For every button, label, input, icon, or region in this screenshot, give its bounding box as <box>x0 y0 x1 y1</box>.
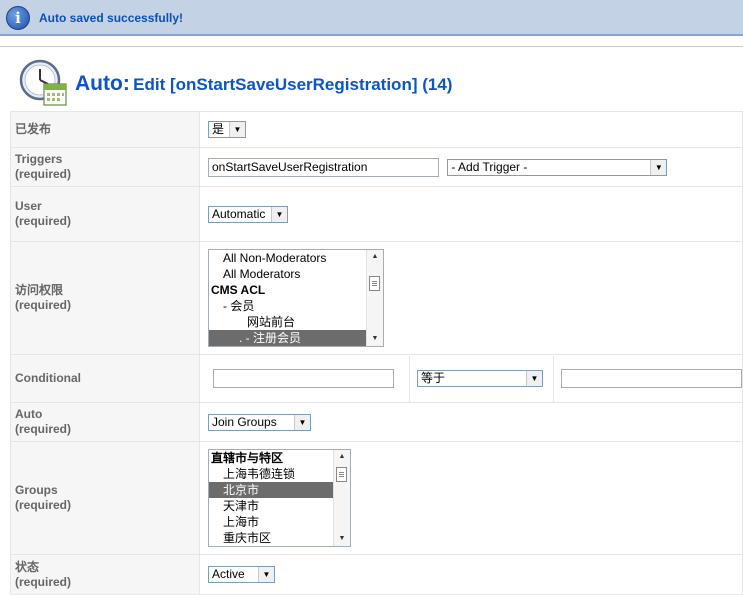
list-item[interactable]: 上海韦德连锁 <box>209 466 350 482</box>
row-groups: Groups (required) 直辖市与特区 上海韦德连锁 北京市 天津市 上… <box>10 441 743 555</box>
row-auto: Auto (required) Join Groups ▼ <box>10 402 743 442</box>
list-item[interactable]: - 会员 <box>209 298 383 314</box>
status-select[interactable]: Active ▼ <box>208 566 275 583</box>
chevron-down-icon: ▼ <box>650 159 667 175</box>
list-item[interactable]: 直辖市与特区 <box>209 450 350 466</box>
edit-form: 已发布 是 ▼ Triggers (required) onStartSaveUse… <box>10 111 743 595</box>
chevron-down-icon: ▼ <box>258 567 274 582</box>
row-access: 访问权限 (required) All Non-Moderators All Mo… <box>10 241 743 355</box>
list-item[interactable]: All Moderators <box>209 266 383 282</box>
list-item[interactable]: 网站前台 <box>209 314 383 330</box>
groups-listbox[interactable]: 直辖市与特区 上海韦德连锁 北京市 天津市 上海市 重庆市区 ▲ ▼ <box>208 449 351 547</box>
clock-calendar-icon <box>19 59 67 106</box>
list-item[interactable]: CMS ACL <box>209 282 383 298</box>
divider <box>0 46 743 47</box>
row-user: User (required) Automatic ▼ <box>10 186 743 242</box>
label-access: 访问权限 (required) <box>10 241 200 355</box>
label-auto: Auto (required) <box>10 402 200 442</box>
scroll-down-icon[interactable]: ▼ <box>367 332 383 346</box>
list-item[interactable]: 上海市 <box>209 514 350 530</box>
condition-value-input[interactable] <box>561 369 742 388</box>
system-message: i Auto saved successfully! <box>0 0 743 36</box>
scroll-thumb[interactable] <box>369 276 380 291</box>
row-conditional: Conditional 等于 ▼ <box>10 354 743 403</box>
conditional-table: 等于 ▼ <box>200 355 742 402</box>
scroll-up-icon[interactable]: ▲ <box>367 250 383 264</box>
list-item-selected[interactable]: 北京市 <box>209 482 334 498</box>
chevron-down-icon: ▼ <box>271 206 287 222</box>
title-component: Auto: <box>75 72 130 95</box>
condition-operator-select[interactable]: 等于 ▼ <box>417 370 543 387</box>
message-text: Auto saved successfully! <box>39 11 184 25</box>
list-item-selected[interactable]: . - 注册会员 <box>209 330 367 346</box>
row-triggers: Triggers (required) onStartSaveUserRegist… <box>10 147 743 187</box>
scroll-down-icon[interactable]: ▼ <box>334 532 350 546</box>
add-trigger-select[interactable]: - Add Trigger - ▼ <box>447 158 668 176</box>
label-groups: Groups (required) <box>10 441 200 555</box>
access-listbox[interactable]: All Non-Moderators All Moderators CMS AC… <box>208 249 384 347</box>
list-item[interactable]: All Non-Moderators <box>209 250 383 266</box>
condition-field-input[interactable] <box>213 369 394 388</box>
scrollbar[interactable]: ▲ ▼ <box>366 250 383 346</box>
scrollbar[interactable]: ▲ ▼ <box>333 450 350 546</box>
label-published: 已发布 <box>10 111 200 148</box>
info-icon: i <box>6 6 30 30</box>
row-published: 已发布 是 ▼ <box>10 111 743 148</box>
page-header: Auto: Edit [onStartSaveUserRegistration]… <box>0 56 743 112</box>
published-select[interactable]: 是 ▼ <box>208 121 246 138</box>
chevron-down-icon: ▼ <box>526 371 542 386</box>
label-triggers: Triggers (required) <box>10 147 200 187</box>
title-action: Edit [onStartSaveUserRegistration] (14) <box>133 75 453 94</box>
label-conditional: Conditional <box>10 354 200 403</box>
auto-action-select[interactable]: Join Groups ▼ <box>208 413 311 431</box>
chevron-down-icon: ▼ <box>229 122 245 137</box>
list-item[interactable]: 天津市 <box>209 498 350 514</box>
scroll-up-icon[interactable]: ▲ <box>334 450 350 464</box>
scroll-thumb[interactable] <box>336 467 347 482</box>
list-item[interactable]: 重庆市区 <box>209 530 350 546</box>
user-select[interactable]: Automatic ▼ <box>208 205 288 223</box>
page-title: Auto: Edit [onStartSaveUserRegistration]… <box>75 72 452 96</box>
chevron-down-icon: ▼ <box>294 414 310 430</box>
label-user: User (required) <box>10 186 200 242</box>
triggers-input[interactable]: onStartSaveUserRegistration <box>208 157 439 177</box>
